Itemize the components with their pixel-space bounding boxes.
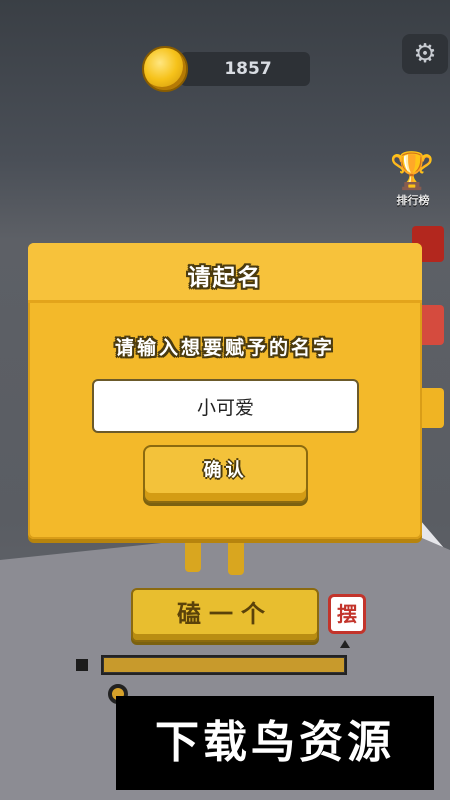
watermark: 下载鸟资源: [116, 696, 434, 790]
progress-fill: [104, 658, 344, 672]
leaderboard-button[interactable]: 🏆: [388, 148, 436, 196]
dialog-prompt: 请输入想要赋予的名字: [114, 337, 335, 359]
knock-button[interactable]: 磕一个: [131, 588, 319, 642]
trophy-icon: 🏆: [389, 151, 435, 192]
coin-icon: [142, 46, 188, 92]
arrow-up-icon: [340, 640, 350, 648]
progress-start-marker: [76, 659, 88, 671]
settings-button[interactable]: ⚙: [402, 34, 448, 74]
name-input[interactable]: [92, 379, 359, 433]
character-leg-right: [228, 535, 244, 575]
dialog-title: 请起名: [187, 265, 263, 291]
coin-counter: 1857: [180, 52, 310, 86]
leaderboard-label: 排行榜: [396, 194, 430, 207]
confirm-button[interactable]: 确认: [143, 445, 308, 503]
pendulum-button[interactable]: 摆: [328, 594, 366, 634]
gear-icon: ⚙: [413, 39, 437, 69]
